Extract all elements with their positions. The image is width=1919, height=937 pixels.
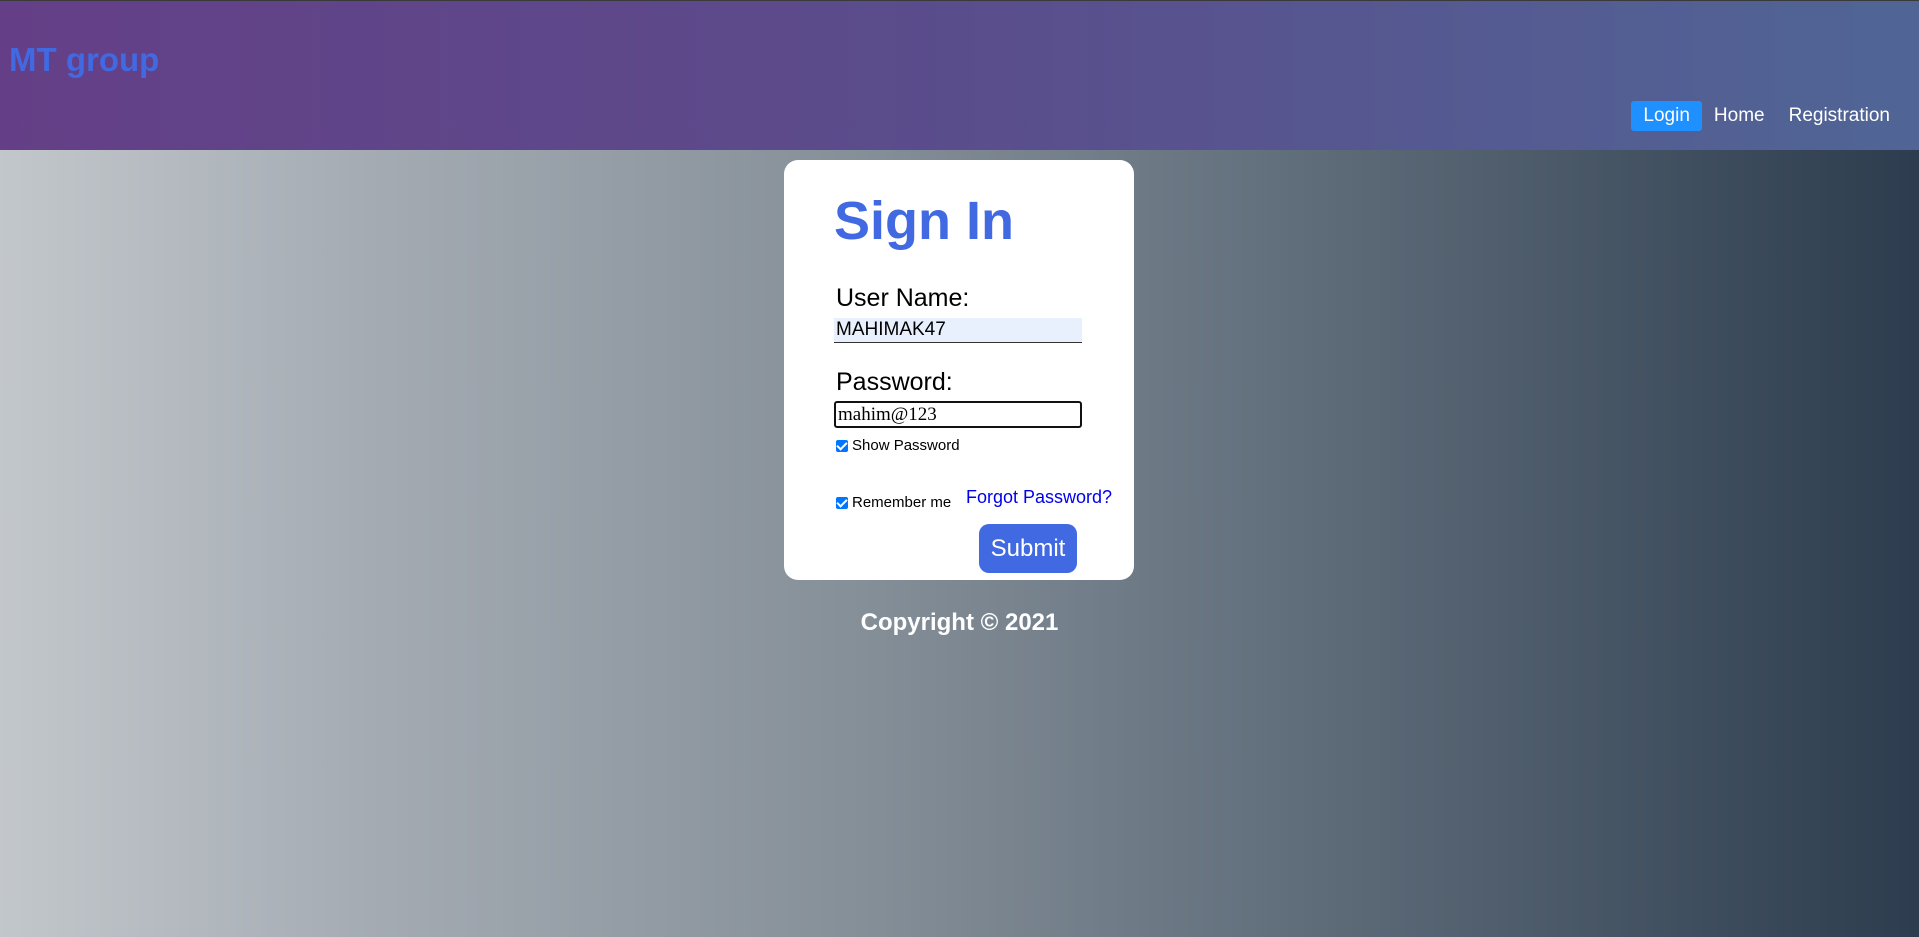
show-password-label: Show Password: [852, 437, 960, 454]
nav-registration[interactable]: Registration: [1777, 101, 1902, 131]
remember-me-checkbox[interactable]: [836, 496, 848, 509]
password-input[interactable]: [834, 401, 1082, 428]
forgot-password-link[interactable]: Forgot Password?: [966, 487, 1112, 508]
signin-title: Sign In: [834, 191, 1014, 251]
main-nav: Login Home Registration: [1631, 101, 1902, 131]
nav-home[interactable]: Home: [1702, 101, 1777, 131]
show-password-checkbox[interactable]: [836, 439, 848, 452]
show-password-row: Show Password: [836, 437, 960, 454]
password-label: Password:: [836, 368, 953, 396]
brand-logo-text[interactable]: MT group: [9, 41, 159, 79]
signin-card: Sign In User Name: Password: Show Passwo…: [784, 160, 1134, 580]
nav-login[interactable]: Login: [1631, 101, 1702, 131]
top-header: MT group Login Home Registration: [0, 0, 1919, 150]
username-input[interactable]: [834, 318, 1082, 343]
username-label: User Name:: [836, 284, 970, 312]
remember-me-label: Remember me: [852, 494, 952, 511]
remember-me-row: Remember me: [836, 494, 951, 511]
submit-button[interactable]: Submit: [979, 524, 1077, 573]
copyright-footer: Copyright © 2021: [860, 609, 1059, 636]
